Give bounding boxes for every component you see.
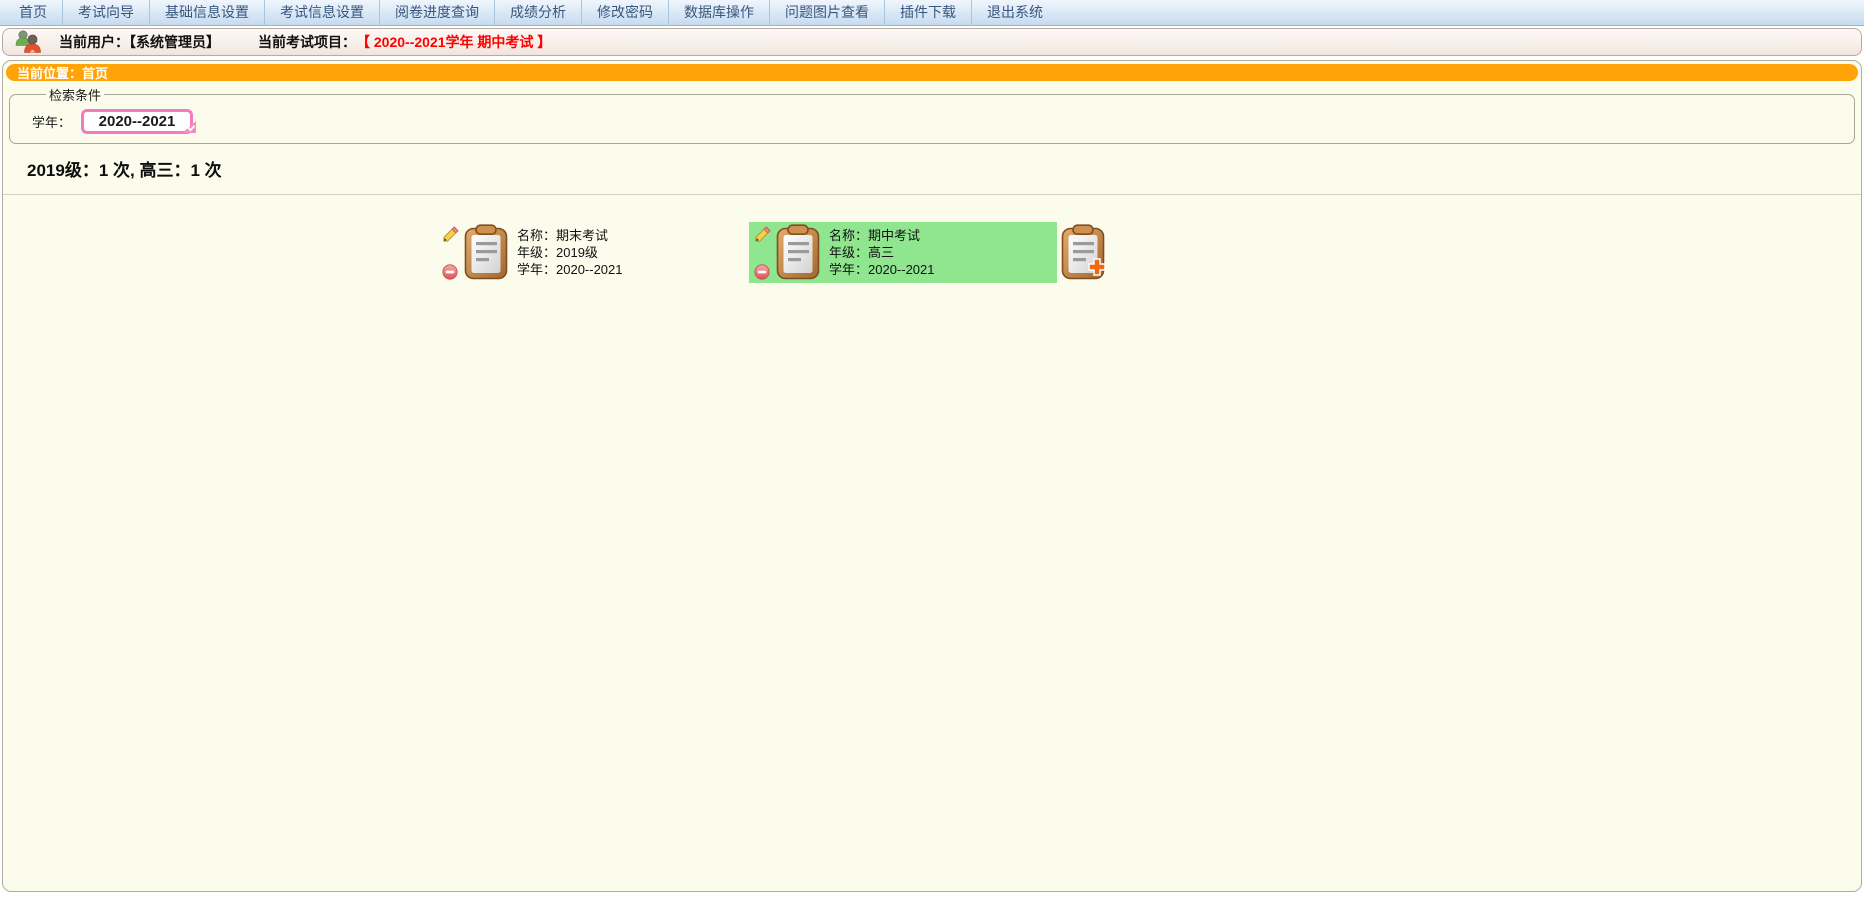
section-divider [3, 194, 1861, 195]
school-year-label: 学年： [32, 112, 71, 131]
menu-item-database-ops[interactable]: 数据库操作 [668, 0, 769, 25]
exam-name: 名称：期末考试 [517, 227, 623, 244]
menu-item-logout[interactable]: 退出系统 [971, 0, 1058, 25]
card-actions [442, 224, 459, 281]
exam-card-text: 名称：期末考试 年级：2019级 学年：2020--2021 [517, 224, 623, 281]
delete-minus-icon[interactable] [442, 264, 459, 280]
main-content-panel: 当前位置：首页 检索条件 学年： 2019级：1 次, 高三：1 次 [2, 60, 1862, 892]
card-actions [754, 224, 771, 281]
edit-pencil-icon[interactable] [754, 226, 771, 243]
delete-minus-icon[interactable] [754, 264, 771, 280]
search-row: 学年： [32, 109, 1842, 134]
menu-item-problem-images[interactable]: 问题图片查看 [769, 0, 884, 25]
exam-card-final[interactable]: 名称：期末考试 年级：2019级 学年：2020--2021 [437, 222, 745, 283]
search-panel-legend: 检索条件 [46, 85, 104, 104]
add-exam-button[interactable] [1061, 224, 1105, 280]
current-exam-value: 【 2020--2021学年 期中考试 】 [356, 32, 551, 52]
exam-card-midterm-selected[interactable]: 名称：期中考试 年级：高三 学年：2020--2021 [749, 222, 1057, 283]
school-year-input[interactable] [81, 109, 193, 134]
current-user-text: 当前用户：【系统管理员】 [59, 32, 220, 52]
menu-item-change-password[interactable]: 修改密码 [581, 0, 668, 25]
school-year-combo [81, 109, 193, 134]
current-exam-label: 当前考试项目： [258, 32, 356, 52]
exam-year: 学年：2020--2021 [829, 261, 935, 278]
search-conditions-panel: 检索条件 学年： [9, 85, 1855, 144]
top-menu-bar: 首页 考试向导 基础信息设置 考试信息设置 阅卷进度查询 成绩分析 修改密码 数… [0, 0, 1864, 26]
menu-item-exam-wizard[interactable]: 考试向导 [62, 0, 149, 25]
menu-item-marking-progress[interactable]: 阅卷进度查询 [379, 0, 494, 25]
location-text: 当前位置：首页 [17, 63, 108, 82]
menu-item-home[interactable]: 首页 [4, 0, 62, 25]
exam-name: 名称：期中考试 [829, 227, 935, 244]
exam-count-summary: 2019级：1 次, 高三：1 次 [27, 156, 1861, 181]
edit-pencil-icon[interactable] [442, 226, 459, 243]
user-info-bar: 当前用户：【系统管理员】 当前考试项目： 【 2020--2021学年 期中考试… [2, 28, 1862, 56]
exam-card-text: 名称：期中考试 年级：高三 学年：2020--2021 [829, 224, 935, 281]
clipboard-icon [464, 224, 508, 281]
menu-item-exam-info-settings[interactable]: 考试信息设置 [264, 0, 379, 25]
exam-grade: 年级：高三 [829, 244, 935, 261]
clipboard-icon [776, 224, 820, 281]
exam-year: 学年：2020--2021 [517, 261, 623, 278]
chevron-down-icon[interactable] [182, 120, 196, 138]
users-icon [13, 29, 43, 55]
breadcrumb-location-bar: 当前位置：首页 [6, 64, 1858, 81]
exam-grade: 年级：2019级 [517, 244, 623, 261]
menu-item-score-analysis[interactable]: 成绩分析 [494, 0, 581, 25]
menu-item-plugin-download[interactable]: 插件下载 [884, 0, 971, 25]
exam-cards-row: 名称：期末考试 年级：2019级 学年：2020--2021 [437, 222, 1861, 283]
menu-item-basic-info-settings[interactable]: 基础信息设置 [149, 0, 264, 25]
